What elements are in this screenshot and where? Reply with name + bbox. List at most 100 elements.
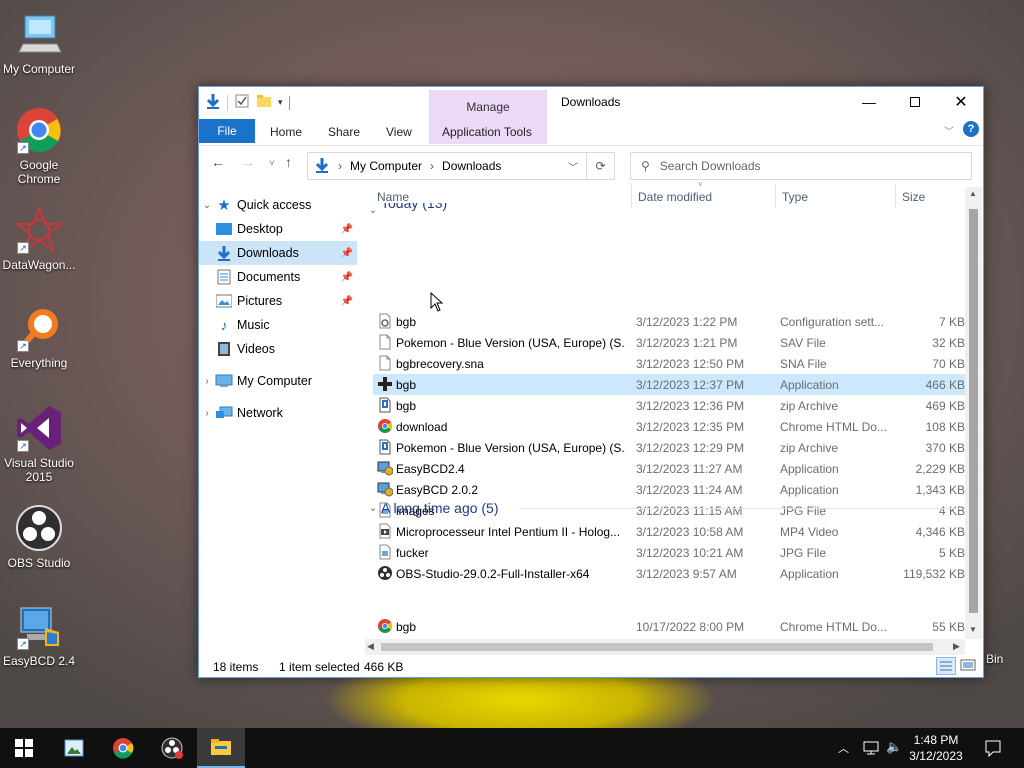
large-icons-view-button[interactable]	[960, 658, 976, 675]
group-header-long-ago[interactable]: ⌄ A long time ago (5)	[365, 497, 499, 519]
taskbar-file-explorer[interactable]	[197, 728, 245, 768]
chevron-down-icon[interactable]: ⌄	[199, 200, 215, 211]
details-view-button[interactable]	[936, 657, 956, 675]
scroll-right-icon[interactable]: ▶	[953, 641, 960, 652]
desktop-icon-visual-studio[interactable]: ↗ Visual Studio 2015	[0, 404, 78, 484]
desktop-icon-obs-studio[interactable]: OBS Studio	[0, 504, 78, 570]
column-header-name[interactable]: Name	[377, 190, 409, 204]
nav-downloads[interactable]: Downloads 📌	[199, 241, 357, 265]
file-row[interactable]: Pokemon - Blue Version (USA, Europe) (S.…	[373, 332, 965, 353]
column-header-size[interactable]: Size	[902, 190, 925, 204]
refresh-button[interactable]: ⟳	[587, 152, 615, 180]
desktop-icon-datawagon[interactable]: ↗ DataWagon...	[0, 205, 78, 272]
address-bar[interactable]: › My Computer › Downloads ﹀	[307, 152, 587, 180]
file-row[interactable]: Pokemon - Blue Version (USA, Europe) (S.…	[373, 437, 965, 458]
file-row[interactable]: bgbrecovery.sna 3/12/2023 12:50 PM SNA Fil…	[373, 353, 965, 374]
recycle-bin-label[interactable]: Bin	[986, 652, 1003, 666]
zip-icon	[377, 439, 393, 455]
properties-icon[interactable]	[234, 93, 250, 112]
tab-share[interactable]: Share	[328, 125, 360, 139]
nav-pictures[interactable]: Pictures 📌	[199, 289, 357, 313]
minimize-button[interactable]: —	[846, 87, 892, 117]
file-row[interactable]: OBS-Studio-29.0.2-Full-Installer-x64 3/12…	[373, 563, 965, 584]
file-date: 3/12/2023 1:21 PM	[636, 336, 738, 350]
vertical-scrollbar[interactable]: ▲ ▼	[965, 187, 982, 639]
tab-home[interactable]: Home	[270, 125, 302, 139]
recent-locations-icon[interactable]: ˅	[269, 158, 275, 169]
customize-toolbar-icon[interactable]: ▾	[278, 97, 283, 108]
breadcrumb-downloads[interactable]: Downloads	[442, 159, 501, 173]
system-clock[interactable]: 1:48 PM 3/12/2023	[896, 732, 976, 764]
forward-arrow-icon[interactable]: →	[241, 154, 255, 170]
scroll-up-icon[interactable]: ▲	[969, 189, 977, 198]
horizontal-scroll-thumb[interactable]	[381, 643, 933, 651]
file-row[interactable]: EasyBCD2.4 3/12/2023 11:27 AM Application 2…	[373, 458, 965, 479]
start-button[interactable]	[0, 728, 48, 768]
file-size: 119,532 KB	[903, 567, 965, 581]
tab-view[interactable]: View	[386, 125, 412, 139]
taskbar-chrome[interactable]	[99, 728, 147, 768]
desktop-icon-google-chrome[interactable]: ↗ Google Chrome	[0, 106, 78, 186]
manage-tab[interactable]: Manage	[429, 100, 547, 114]
group-header-today[interactable]: ⌄ Today (13)	[365, 203, 447, 217]
back-arrow-icon[interactable]: ←	[211, 154, 225, 170]
download-arrow-icon[interactable]	[205, 93, 221, 112]
selection-size: 466 KB	[364, 660, 404, 674]
breadcrumb-my-computer[interactable]: My Computer	[350, 159, 422, 173]
column-header-date[interactable]: Date modified	[638, 190, 712, 204]
file-size: 70 KB	[932, 357, 965, 371]
horizontal-scrollbar[interactable]: ◀ ▶	[365, 639, 965, 655]
datawagon-icon: ↗	[14, 205, 64, 254]
search-input[interactable]: ⚲ Search Downloads	[630, 152, 972, 180]
scroll-left-icon[interactable]: ◀	[367, 641, 374, 652]
file-size: 4,346 KB	[915, 525, 965, 539]
column-header-type[interactable]: Type	[782, 190, 808, 204]
file-row[interactable]: fucker 3/12/2023 10:21 AM JPG File 5 KB	[373, 542, 965, 563]
new-folder-icon[interactable]	[256, 93, 272, 112]
desktop-icon-my-computer[interactable]: My Computer	[0, 10, 78, 76]
file-row[interactable]: bgb 3/12/2023 12:37 PM Application 466 KB	[373, 374, 965, 395]
network-status-icon[interactable]	[862, 740, 880, 759]
refresh-icon: ⟳	[595, 159, 606, 173]
file-row[interactable]: Microprocesseur Intel Pentium II - Holog…	[373, 521, 965, 542]
vertical-scroll-thumb[interactable]	[969, 209, 978, 613]
taskbar-obs-studio[interactable]	[148, 728, 196, 768]
expand-ribbon-icon[interactable]: ﹀	[944, 123, 954, 138]
file-row[interactable]: bgb 3/12/2023 12:36 PM zip Archive 469 KB	[373, 395, 965, 416]
address-dropdown-icon[interactable]: ﹀	[568, 159, 578, 174]
desktop-icon-easybcd[interactable]: ↗ EasyBCD 2.4	[0, 602, 78, 668]
chevron-right-icon[interactable]: ›	[199, 408, 215, 419]
chevron-right-icon[interactable]: ›	[199, 376, 215, 387]
maximize-button[interactable]	[892, 87, 938, 117]
mouse-cursor-icon	[430, 292, 444, 312]
navigation-pane: ⌄ ★ Quick access Desktop 📌 Downloads 📌 D…	[199, 193, 357, 653]
shortcut-arrow-icon: ↗	[17, 638, 29, 650]
nav-documents[interactable]: Documents 📌	[199, 265, 357, 289]
nav-my-computer[interactable]: › My Computer	[199, 369, 357, 393]
show-hidden-icons-chevron-up-icon[interactable]: ︿	[838, 740, 849, 756]
close-button[interactable]: ✕	[938, 87, 984, 117]
notifications-icon[interactable]	[984, 739, 1002, 760]
tab-application-tools[interactable]: Application Tools	[442, 125, 532, 139]
scroll-down-icon[interactable]: ▼	[969, 625, 977, 634]
chevron-down-icon: ⌄	[368, 502, 378, 514]
file-type: Chrome HTML Do...	[780, 620, 887, 634]
file-row[interactable]: download 3/12/2023 12:35 PM Chrome HTML Do…	[373, 416, 965, 437]
nav-music[interactable]: ♪ Music	[199, 313, 357, 337]
nav-desktop[interactable]: Desktop 📌	[199, 217, 357, 241]
nav-network[interactable]: › Network	[199, 401, 357, 425]
nav-videos[interactable]: Videos	[199, 337, 357, 361]
help-icon[interactable]: ?	[963, 121, 979, 137]
nav-quick-access[interactable]: ⌄ ★ Quick access	[199, 193, 357, 217]
up-arrow-icon[interactable]: ↑	[285, 154, 292, 170]
tab-file[interactable]: File	[199, 119, 255, 143]
desktop-icon-everything[interactable]: ↗ Everything	[0, 304, 78, 370]
file-date: 3/12/2023 12:35 PM	[636, 420, 745, 434]
video-file-icon	[377, 523, 393, 539]
taskbar-photos-app[interactable]	[50, 728, 98, 768]
downloads-folder-icon	[215, 245, 233, 261]
file-size: 469 KB	[925, 399, 965, 413]
file-row[interactable]: bgb 3/12/2023 1:22 PM Configuration sett..…	[373, 311, 965, 332]
file-row[interactable]: bgb 10/17/2022 8:00 PM Chrome HTML Do... 55…	[373, 616, 965, 637]
file-type: JPG File	[780, 546, 827, 560]
